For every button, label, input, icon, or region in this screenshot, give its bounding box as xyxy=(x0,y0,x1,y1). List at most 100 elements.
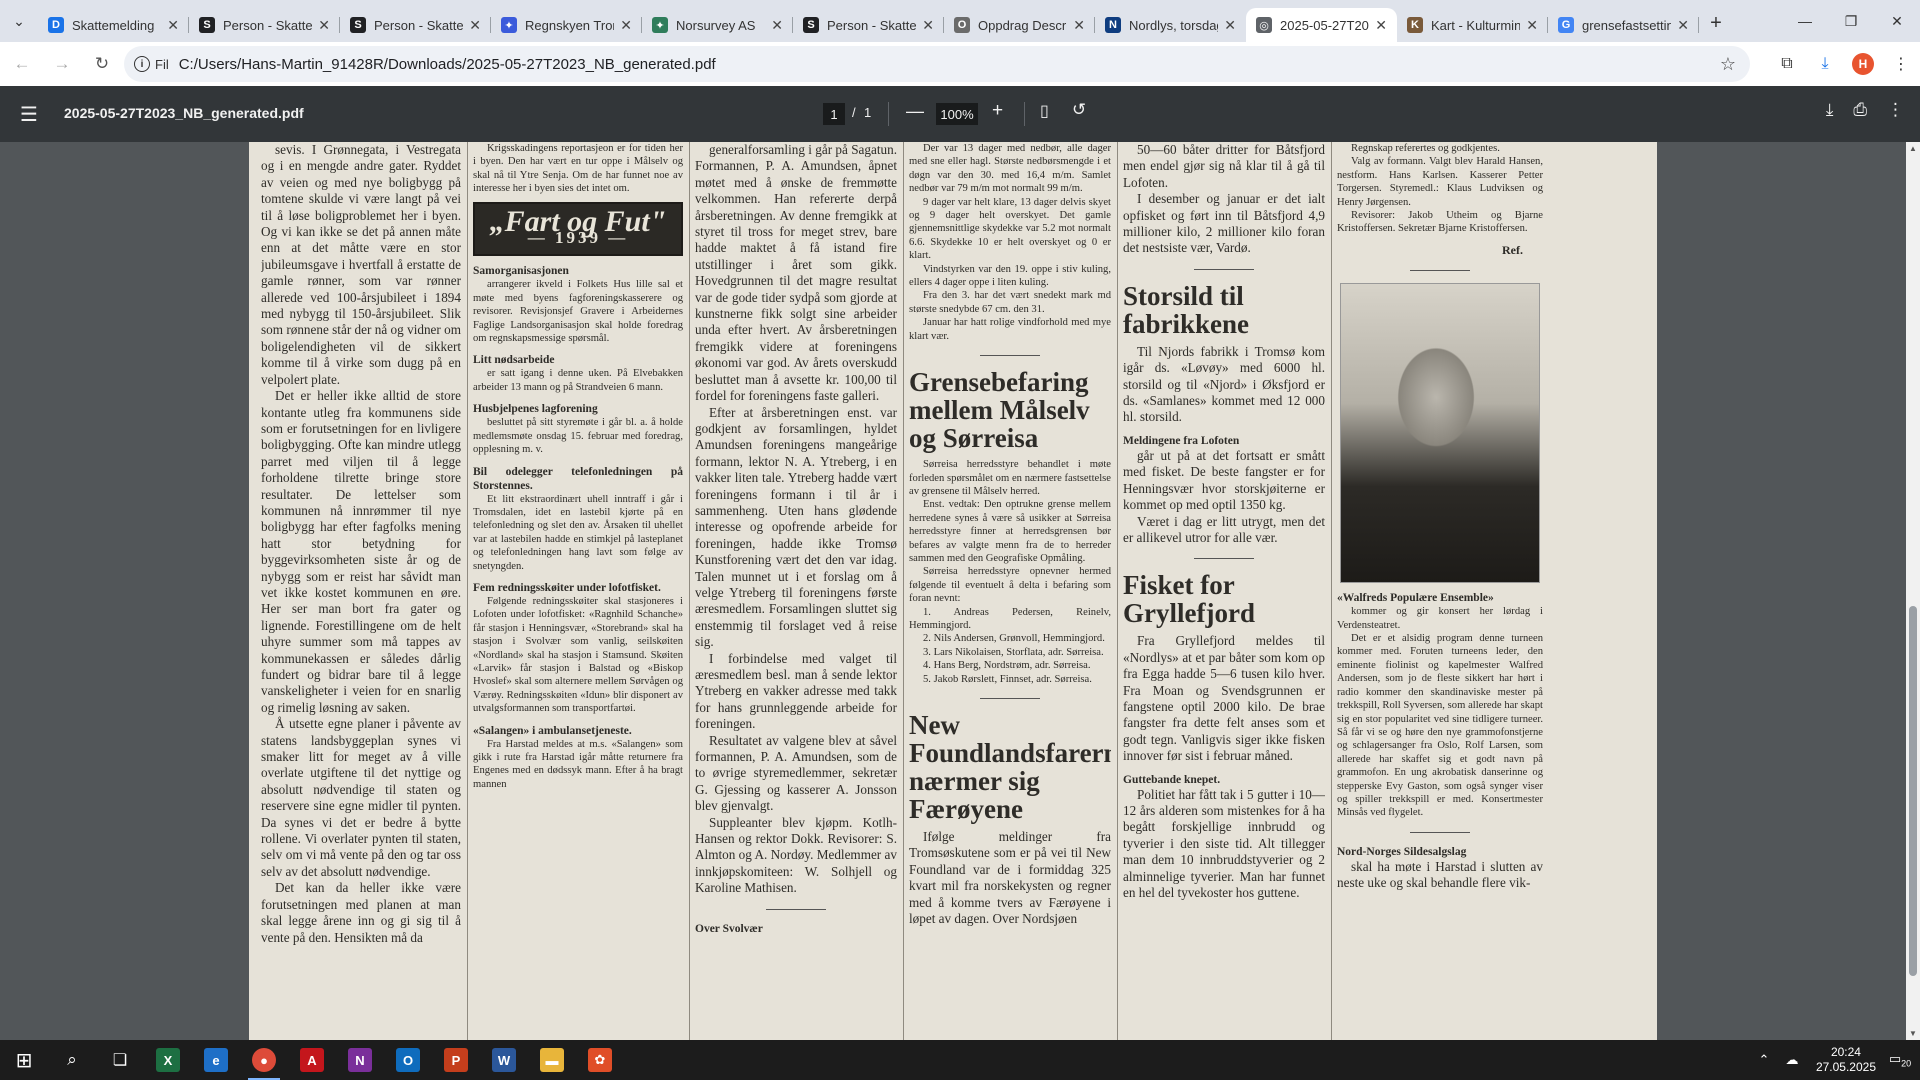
scroll-down-icon[interactable]: ▼ xyxy=(1909,1029,1917,1038)
print-icon[interactable]: ⎙ xyxy=(1853,100,1867,120)
article-paragraph: Sørreisa herredsstyre behandlet i møte f… xyxy=(909,459,1111,497)
downloads-icon[interactable]: ⤓ xyxy=(1806,46,1844,82)
zoom-in-icon[interactable]: + xyxy=(992,100,1003,122)
new-tab-button[interactable]: + xyxy=(1699,6,1733,40)
toolbar-actions: ⧉ ⤓ H ⋮ xyxy=(1768,46,1920,82)
browser-tab[interactable]: D Skattemelding ✕ xyxy=(38,8,189,42)
page-total: 1 xyxy=(864,105,872,120)
taskbar-app-icon[interactable]: A xyxy=(288,1040,336,1080)
tab-list: DSkattemelding✕SPerson - Skatteetaten✕SP… xyxy=(38,0,1699,42)
network-icon[interactable]: ☁ xyxy=(1778,1052,1806,1068)
article-paragraph: Regnskap referertes og godkjentes. xyxy=(1351,143,1500,154)
browser-tab[interactable]: N Nordlys, torsdag ✕ xyxy=(1095,8,1246,42)
tab-close-icon[interactable]: ✕ xyxy=(318,17,330,34)
back-icon[interactable]: ← xyxy=(4,46,40,82)
scrollbar-thumb[interactable] xyxy=(1909,606,1917,976)
taskbar-app-icon[interactable]: O xyxy=(384,1040,432,1080)
vertical-scrollbar[interactable]: ▲ ▼ xyxy=(1906,142,1920,1040)
tab-title: 2025-05-27T2023_NB xyxy=(1280,17,1369,33)
browser-tab[interactable]: ◎ 2025-05-27T2023_NB ✕ xyxy=(1246,8,1397,42)
article-column-3: generalforsamling i går på Sagatun. Form… xyxy=(695,142,897,1040)
notification-icon[interactable]: ▭20 xyxy=(1886,1051,1914,1069)
article-paragraph: 1. Andreas Pedersen, Reinelv, Hemmingjor… xyxy=(909,606,1111,631)
pdf-menu-icon[interactable]: ☰ xyxy=(20,102,38,127)
browser-tab[interactable]: O Oppdrag Description ✕ xyxy=(944,8,1095,42)
tab-favicon-icon: K xyxy=(1407,17,1423,33)
tab-close-icon[interactable]: ✕ xyxy=(1224,17,1236,34)
article-paragraph: sevis. I Grønnegata, i Vestregata og i e… xyxy=(261,142,461,387)
browser-tab[interactable]: Ggrensefastsetting ✕ xyxy=(1548,8,1699,42)
article-paragraph: I forbindelse med valget til æresmedlem … xyxy=(695,650,897,732)
profile-avatar[interactable]: H xyxy=(1852,53,1874,75)
tab-close-icon[interactable]: ✕ xyxy=(469,17,481,34)
subhead-walfreds: «Walfreds Populære Ensemble» xyxy=(1337,592,1494,605)
address-bar[interactable]: i Fil C:/Users/Hans-Martin_91428R/Downlo… xyxy=(124,46,1750,82)
taskbar-app-icon[interactable]: W xyxy=(480,1040,528,1080)
app-icon-glyph: A xyxy=(300,1048,324,1072)
article-paragraph: 4. Hans Berg, Nordstrøm, adr. Sørreisa. xyxy=(923,660,1091,672)
zoom-out-icon[interactable]: — xyxy=(906,101,924,122)
more-options-icon[interactable]: ⋮ xyxy=(1887,100,1904,120)
tray-chevron-icon[interactable]: ⌃ xyxy=(1750,1052,1778,1068)
browser-tab[interactable]: S Person - Skatteetaten ✕ xyxy=(189,8,340,42)
tab-title: Person - Skatteetaten xyxy=(827,17,917,33)
start-button[interactable]: ⊞ xyxy=(0,1040,48,1080)
tab-close-icon[interactable]: ✕ xyxy=(771,17,783,34)
browser-menu-icon[interactable]: ⋮ xyxy=(1882,46,1920,82)
taskbar-app-icon[interactable]: X xyxy=(144,1040,192,1080)
extensions-icon[interactable]: ⧉ xyxy=(1768,46,1806,82)
tab-close-icon[interactable]: ✕ xyxy=(1526,17,1538,34)
tab-close-icon[interactable]: ✕ xyxy=(922,17,934,34)
pdf-viewport[interactable]: sevis. I Grønnegata, i Vestregata og i e… xyxy=(0,142,1920,1040)
browser-tab[interactable]: ✦ Regnskyen Tromsø ✕ xyxy=(491,8,642,42)
url-text[interactable]: C:/Users/Hans-Martin_91428R/Downloads/20… xyxy=(179,56,716,73)
taskbar-app-icon[interactable]: e xyxy=(192,1040,240,1080)
bookmark-star-icon[interactable]: ☆ xyxy=(1720,54,1736,75)
browser-tab[interactable]: S Person - Skatteetaten ✕ xyxy=(793,8,944,42)
minimize-icon[interactable]: — xyxy=(1782,0,1828,42)
headline-storsild: Storsild til fabrikkene xyxy=(1123,280,1250,339)
news-item-heading: Litt nødsarbeide xyxy=(473,354,555,367)
site-info-chip[interactable]: i Fil xyxy=(134,56,179,72)
article-paragraph: 5. Jakob Rørslett, Finnset, adr. Sørreis… xyxy=(923,673,1092,685)
taskbar-app-icon[interactable]: ✿ xyxy=(576,1040,624,1080)
storsild-body: Til Njords fabrikk i Tromsø kom igår ds.… xyxy=(1123,343,1325,425)
tab-close-icon[interactable]: ✕ xyxy=(1073,17,1085,34)
scroll-up-icon[interactable]: ▲ xyxy=(1909,144,1917,153)
reload-icon[interactable]: ↻ xyxy=(84,46,120,82)
tab-strip: ⌄ D Skattemelding ✕ S Person - Skatteetaten ✕… xyxy=(0,0,1920,42)
tab-search-icon[interactable]: ⌄ xyxy=(0,0,38,42)
tab-close-icon[interactable]: ✕ xyxy=(1375,17,1387,34)
zoom-level-input[interactable]: 100% xyxy=(936,103,978,125)
task-view-icon[interactable]: ❏ xyxy=(96,1040,144,1080)
page-number-input[interactable]: 1 xyxy=(823,103,845,125)
article-separator xyxy=(766,908,826,910)
browser-tab[interactable]: S Person - Skatteetaten ✕ xyxy=(340,8,491,42)
app-icon-glyph: N xyxy=(348,1048,372,1072)
download-icon[interactable]: ⤓ xyxy=(1826,100,1834,120)
article-separator xyxy=(980,355,1040,357)
tab-close-icon[interactable]: ✕ xyxy=(1677,17,1689,34)
tab-favicon-icon: N xyxy=(1105,17,1121,33)
rotate-icon[interactable]: ↺ xyxy=(1072,100,1086,120)
browser-toolbar: ← → ↻ i Fil C:/Users/Hans-Martin_91428R/… xyxy=(0,42,1920,86)
taskbar-app-icon[interactable]: P xyxy=(432,1040,480,1080)
taskbar-app-icon[interactable]: ● xyxy=(240,1040,288,1080)
browser-tab[interactable]: K Kart - Kulturminne ✕ xyxy=(1397,8,1548,42)
search-icon[interactable]: ⌕ xyxy=(48,1040,96,1080)
taskbar-app-icon[interactable]: N xyxy=(336,1040,384,1080)
article-paragraph: Fra den 3. har det vært snedekt mark md … xyxy=(909,290,1111,315)
forward-icon[interactable]: → xyxy=(44,46,80,82)
news-item-heading: Samorganisasjonen xyxy=(473,265,569,278)
news-item-body: Fra Harstad meldes at m.s. «Salangen» so… xyxy=(473,738,683,790)
tab-close-icon[interactable]: ✕ xyxy=(620,17,632,34)
article-paragraph: I desember og januar er det ialt opfiske… xyxy=(1123,191,1325,256)
clock[interactable]: 20:24 27.05.2025 xyxy=(1816,1045,1876,1075)
close-window-icon[interactable]: ✕ xyxy=(1874,0,1920,42)
fit-page-icon[interactable]: ▯ xyxy=(1040,101,1049,121)
restore-icon[interactable]: ❐ xyxy=(1828,0,1874,42)
taskbar-app-icon[interactable]: ▬ xyxy=(528,1040,576,1080)
column-rule xyxy=(689,142,690,1040)
browser-tab[interactable]: ✦ Norsurvey AS ✕ xyxy=(642,8,793,42)
tab-close-icon[interactable]: ✕ xyxy=(167,17,179,34)
